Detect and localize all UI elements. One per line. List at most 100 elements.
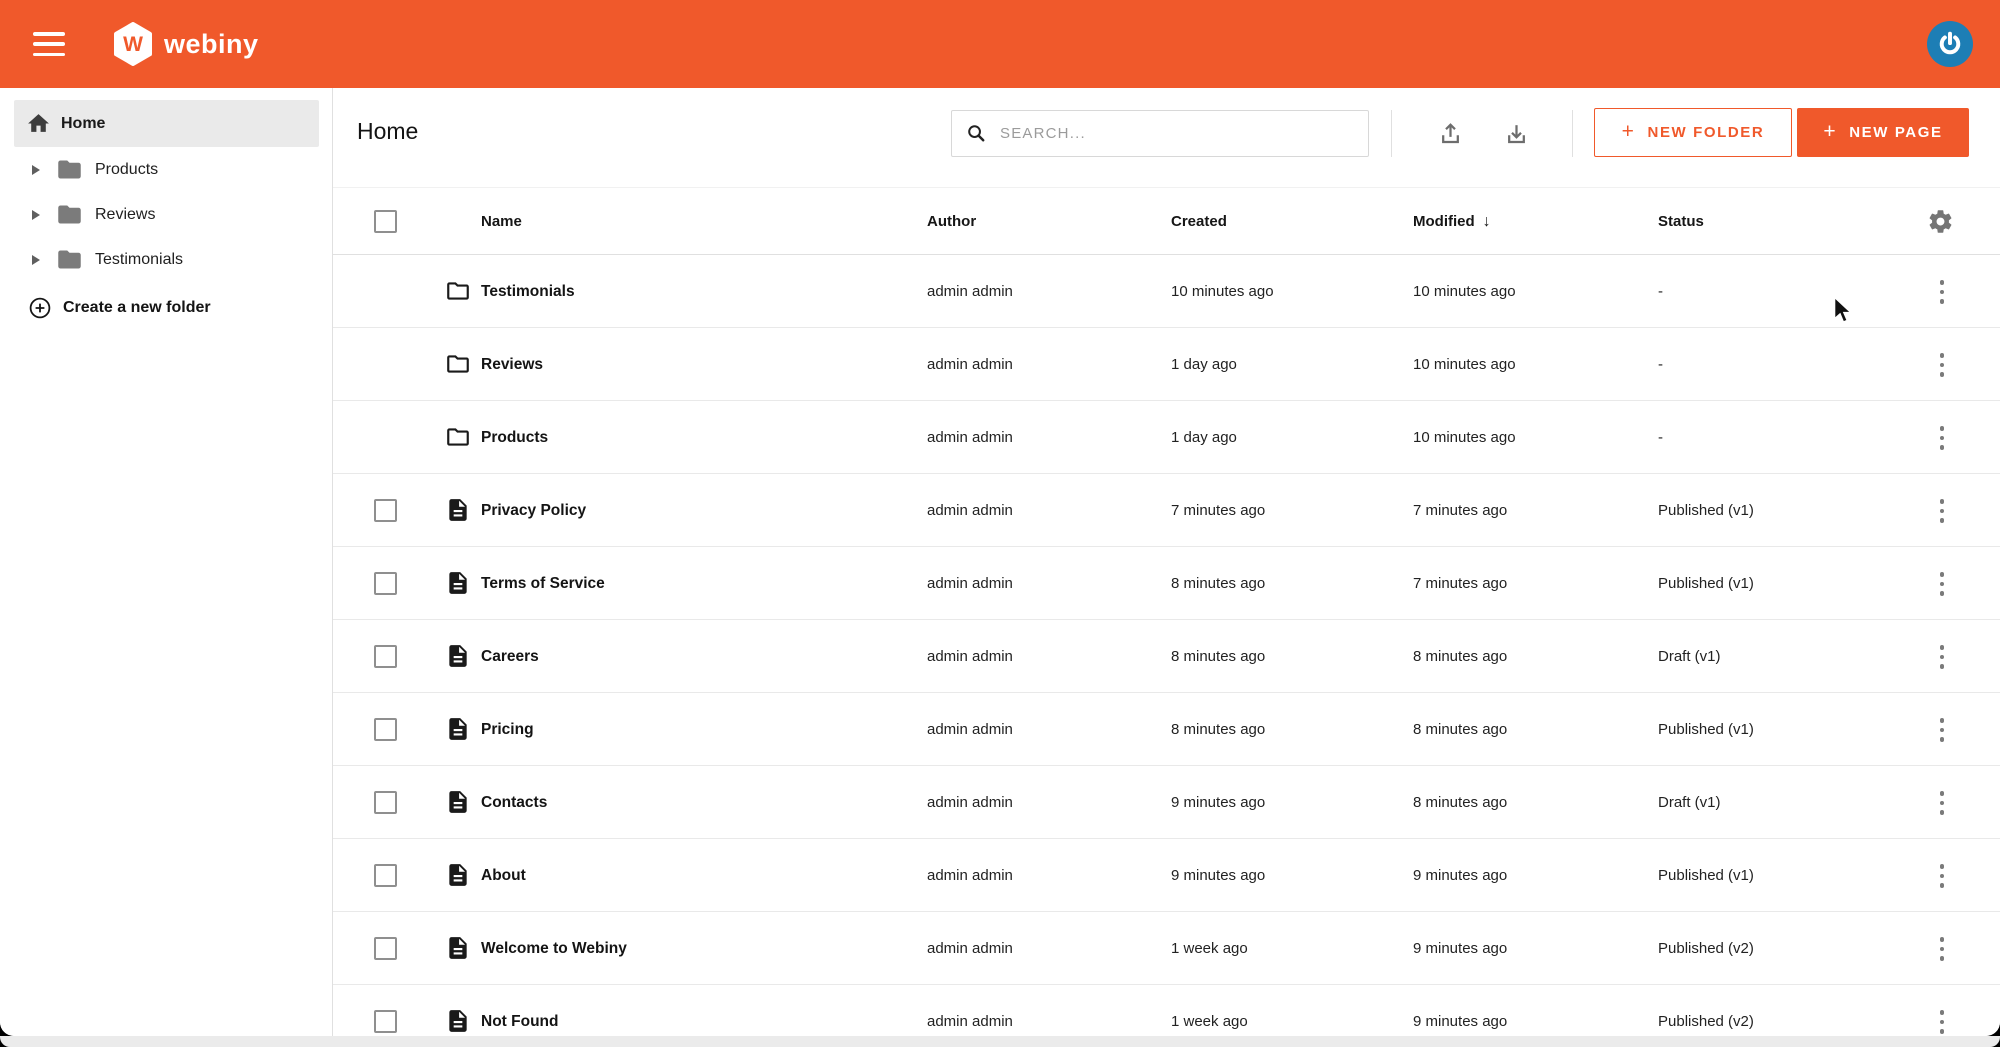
expand-caret-icon[interactable] xyxy=(32,255,40,265)
sidebar-item-home[interactable]: Home xyxy=(14,100,319,147)
table-row[interactable]: Pricing admin admin 8 minutes ago 8 minu… xyxy=(333,693,2000,766)
row-checkbox[interactable] xyxy=(374,1010,397,1033)
row-status: Draft (v1) xyxy=(1658,620,1721,693)
table-row[interactable]: Privacy Policy admin admin 7 minutes ago… xyxy=(333,474,2000,547)
user-avatar[interactable] xyxy=(1927,21,1973,67)
sidebar-item-testimonials[interactable]: Testimonials xyxy=(0,237,332,282)
row-name[interactable]: Contacts xyxy=(481,766,547,839)
window-bottom-strip xyxy=(0,1036,2000,1047)
table-row[interactable]: Reviews admin admin 1 day ago 10 minutes… xyxy=(333,328,2000,401)
column-header-created[interactable]: Created xyxy=(1171,188,1227,255)
column-header-status[interactable]: Status xyxy=(1658,188,1704,255)
divider xyxy=(1391,110,1392,157)
row-checkbox[interactable] xyxy=(374,645,397,668)
row-name[interactable]: Products xyxy=(481,401,548,474)
row-name[interactable]: Privacy Policy xyxy=(481,474,586,547)
row-status: - xyxy=(1658,255,1663,328)
download-icon xyxy=(1503,120,1530,147)
sidebar: Home Products Reviews xyxy=(0,88,333,1036)
page-icon xyxy=(445,497,471,523)
column-header-author[interactable]: Author xyxy=(927,188,976,255)
row-actions-kebab[interactable] xyxy=(1929,350,1955,380)
page-icon xyxy=(445,789,471,815)
row-checkbox[interactable] xyxy=(374,718,397,741)
row-name[interactable]: Pricing xyxy=(481,693,534,766)
expand-caret-icon[interactable] xyxy=(32,210,40,220)
table-row[interactable]: Products admin admin 1 day ago 10 minute… xyxy=(333,401,2000,474)
table-row[interactable]: Careers admin admin 8 minutes ago 8 minu… xyxy=(333,620,2000,693)
row-created: 7 minutes ago xyxy=(1171,474,1265,547)
row-actions-kebab[interactable] xyxy=(1929,277,1955,307)
row-actions-kebab[interactable] xyxy=(1929,642,1955,672)
folder-icon xyxy=(56,156,83,183)
page-icon xyxy=(445,716,471,742)
export-button[interactable] xyxy=(1496,113,1536,153)
row-checkbox[interactable] xyxy=(374,791,397,814)
row-created: 8 minutes ago xyxy=(1171,620,1265,693)
row-name[interactable]: Not Found xyxy=(481,985,558,1036)
table-settings-button[interactable] xyxy=(1927,208,1954,235)
table-row[interactable]: Contacts admin admin 9 minutes ago 8 min… xyxy=(333,766,2000,839)
row-actions-kebab[interactable] xyxy=(1929,423,1955,453)
search-input[interactable] xyxy=(1000,125,1360,142)
sort-descending-icon: ↓ xyxy=(1483,213,1491,230)
row-modified: 7 minutes ago xyxy=(1413,474,1507,547)
row-actions-kebab[interactable] xyxy=(1929,496,1955,526)
row-author: admin admin xyxy=(927,985,1013,1036)
table-row[interactable]: Welcome to Webiny admin admin 1 week ago… xyxy=(333,912,2000,985)
row-checkbox[interactable] xyxy=(374,572,397,595)
row-actions-kebab[interactable] xyxy=(1929,569,1955,599)
row-name[interactable]: Welcome to Webiny xyxy=(481,912,627,985)
column-header-name[interactable]: Name xyxy=(481,188,522,255)
new-folder-label: NEW FOLDER xyxy=(1648,124,1765,141)
row-checkbox[interactable] xyxy=(374,937,397,960)
row-created: 10 minutes ago xyxy=(1171,255,1274,328)
row-checkbox[interactable] xyxy=(374,499,397,522)
table-row[interactable]: Terms of Service admin admin 8 minutes a… xyxy=(333,547,2000,620)
row-author: admin admin xyxy=(927,474,1013,547)
expand-caret-icon[interactable] xyxy=(32,165,40,175)
menu-icon[interactable] xyxy=(33,32,65,56)
sidebar-item-reviews[interactable]: Reviews xyxy=(0,192,332,237)
folder-icon xyxy=(445,278,471,304)
row-name[interactable]: Terms of Service xyxy=(481,547,605,620)
row-actions-kebab[interactable] xyxy=(1929,788,1955,818)
row-actions-kebab[interactable] xyxy=(1929,1007,1955,1036)
row-modified: 10 minutes ago xyxy=(1413,401,1516,474)
page-icon xyxy=(445,1008,471,1034)
row-checkbox[interactable] xyxy=(374,864,397,887)
row-actions-kebab[interactable] xyxy=(1929,861,1955,891)
row-actions-kebab[interactable] xyxy=(1929,934,1955,964)
search-box[interactable] xyxy=(951,110,1369,157)
row-author: admin admin xyxy=(927,255,1013,328)
row-author: admin admin xyxy=(927,839,1013,912)
create-new-folder-button[interactable]: Create a new folder xyxy=(28,285,211,330)
row-status: Published (v1) xyxy=(1658,693,1754,766)
table-row[interactable]: About admin admin 9 minutes ago 9 minute… xyxy=(333,839,2000,912)
column-header-modified[interactable]: Modified↓ xyxy=(1413,188,1491,255)
table-row[interactable]: Not Found admin admin 1 week ago 9 minut… xyxy=(333,985,2000,1036)
import-button[interactable] xyxy=(1430,113,1470,153)
sidebar-item-products[interactable]: Products xyxy=(0,147,332,192)
table-row[interactable]: Testimonials admin admin 10 minutes ago … xyxy=(333,255,2000,328)
row-name[interactable]: Reviews xyxy=(481,328,543,401)
row-created: 1 week ago xyxy=(1171,985,1248,1036)
row-name[interactable]: Testimonials xyxy=(481,255,575,328)
row-name[interactable]: Careers xyxy=(481,620,539,693)
new-page-label: NEW PAGE xyxy=(1849,124,1942,141)
logo-letter: W xyxy=(123,33,143,56)
row-status: Draft (v1) xyxy=(1658,766,1721,839)
page-icon xyxy=(445,570,471,596)
row-author: admin admin xyxy=(927,547,1013,620)
row-status: Published (v1) xyxy=(1658,547,1754,620)
select-all-checkbox[interactable] xyxy=(374,210,397,233)
search-icon xyxy=(965,122,988,145)
row-actions-kebab[interactable] xyxy=(1929,715,1955,745)
create-folder-label: Create a new folder xyxy=(63,299,211,317)
page-icon xyxy=(445,862,471,888)
new-page-button[interactable]: + NEW PAGE xyxy=(1797,108,1969,157)
row-author: admin admin xyxy=(927,766,1013,839)
new-folder-button[interactable]: + NEW FOLDER xyxy=(1594,108,1792,157)
row-name[interactable]: About xyxy=(481,839,526,912)
folder-icon xyxy=(445,424,471,450)
